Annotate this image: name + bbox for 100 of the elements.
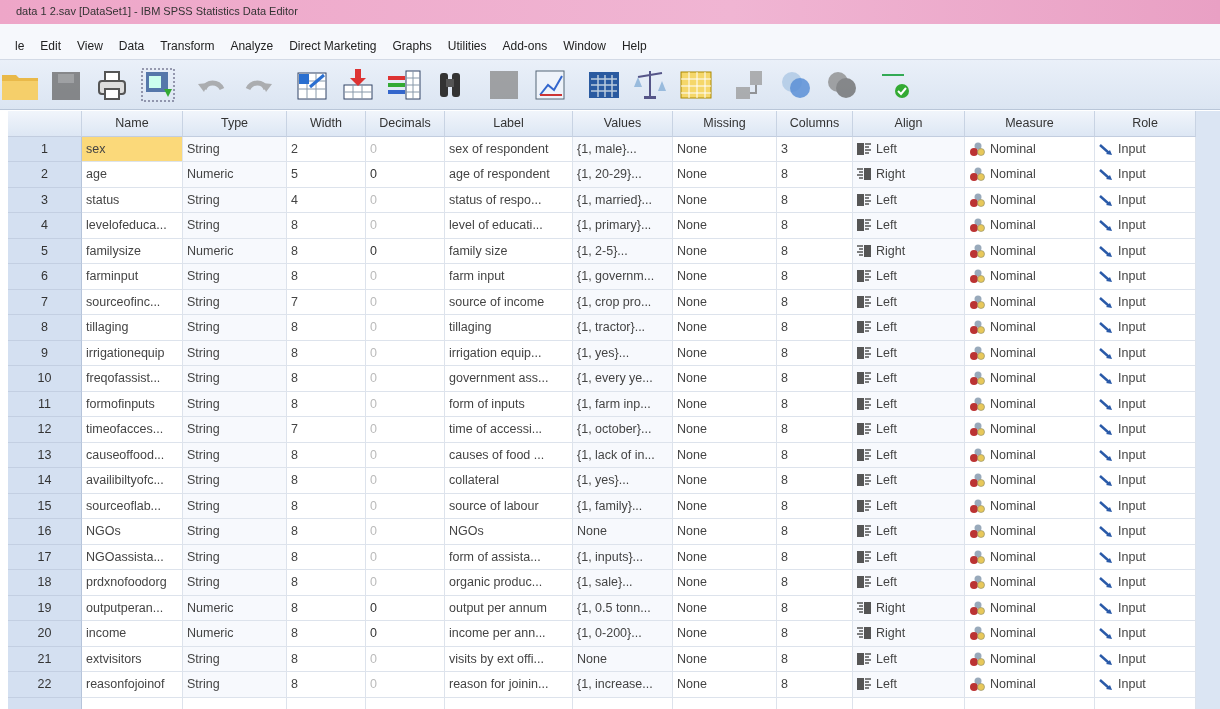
- arrow-icon: [1099, 626, 1113, 641]
- column-header[interactable]: Label: [445, 111, 573, 137]
- menu-item[interactable]: View: [69, 39, 111, 53]
- menu-item[interactable]: Graphs: [384, 39, 440, 53]
- table-cell: 0: [366, 264, 445, 290]
- row-number[interactable]: 1: [8, 136, 82, 162]
- table-cell-text: Input: [1118, 141, 1146, 156]
- row-number[interactable]: 16: [8, 519, 82, 545]
- table-cell: availibiltyofc...: [82, 468, 183, 494]
- table-cell: 8: [777, 289, 853, 315]
- table-cell-text: Nominal: [990, 192, 1036, 207]
- table-cell: causes of food ...: [445, 442, 573, 468]
- menu-item[interactable]: Data: [110, 39, 153, 53]
- table-cell-text: Input: [1118, 167, 1146, 182]
- table-cell: reason for joinin...: [445, 672, 573, 698]
- table-cell-text: Input: [1118, 447, 1146, 462]
- table-cell: None: [673, 417, 777, 443]
- table-cell-text: Left: [876, 498, 897, 513]
- column-header[interactable]: Align: [853, 111, 965, 137]
- table-cell-text: Left: [876, 422, 897, 437]
- row-number[interactable]: 10: [8, 366, 82, 392]
- nominal-icon: [969, 370, 985, 387]
- table-cell: 8: [287, 315, 366, 341]
- table-cell: None: [673, 672, 777, 698]
- grid-arrow-icon[interactable]: [340, 66, 376, 103]
- table-cell-text: Left: [876, 549, 897, 564]
- row-number[interactable]: 21: [8, 646, 82, 672]
- menu-item[interactable]: Transform: [152, 39, 223, 53]
- table-cell: 0: [366, 391, 445, 417]
- table-cell-text: Input: [1118, 269, 1146, 284]
- row-number[interactable]: 6: [8, 264, 82, 290]
- menu-item[interactable]: Edit: [32, 39, 70, 53]
- row-number[interactable]: 7: [8, 289, 82, 315]
- table-cell: 8: [777, 595, 853, 621]
- table-cell: 8: [777, 264, 853, 290]
- column-header[interactable]: Values: [573, 111, 673, 137]
- menu-item[interactable]: le: [7, 39, 33, 53]
- column-header[interactable]: Type: [183, 111, 287, 137]
- table-cell-text: Left: [876, 141, 897, 156]
- row-number[interactable]: 5: [8, 238, 82, 264]
- arrow-icon: [1099, 141, 1113, 156]
- table-cell: None: [673, 391, 777, 417]
- table-cell: output per annum: [445, 595, 573, 621]
- table-cell-text: Input: [1118, 345, 1146, 360]
- table-cell: None: [673, 570, 777, 596]
- table-cell-text: Left: [876, 396, 897, 411]
- row-number[interactable]: 17: [8, 544, 82, 570]
- arrow-icon: [1099, 447, 1113, 462]
- table-cell: irrigation equip...: [445, 340, 573, 366]
- row-number[interactable]: 12: [8, 417, 82, 443]
- column-header[interactable]: Name: [82, 111, 183, 137]
- row-number[interactable]: 9: [8, 340, 82, 366]
- table-cell: None: [673, 519, 777, 545]
- menu-item[interactable]: Direct Marketing: [281, 39, 385, 53]
- menu-item[interactable]: Window: [555, 39, 614, 53]
- table-cell-text: Nominal: [990, 447, 1036, 462]
- nominal-icon: [969, 548, 985, 565]
- row-number[interactable]: 22: [8, 672, 82, 698]
- column-header[interactable]: Missing: [673, 111, 777, 137]
- table-cell: Numeric: [183, 238, 287, 264]
- nominal-icon: [969, 242, 985, 259]
- table-cell: None: [673, 238, 777, 264]
- menu-item[interactable]: Analyze: [222, 39, 282, 53]
- column-header[interactable]: Columns: [777, 111, 853, 137]
- table-cell: 8: [287, 595, 366, 621]
- table-cell: {1, governm...: [573, 264, 673, 290]
- row-number[interactable]: 3: [8, 187, 82, 213]
- row-number[interactable]: 19: [8, 595, 82, 621]
- row-number[interactable]: 2: [8, 162, 82, 188]
- table-cell: Numeric: [183, 595, 287, 621]
- table-cell: 8: [287, 621, 366, 647]
- row-number[interactable]: 20: [8, 621, 82, 647]
- table-cell: 8: [777, 213, 853, 239]
- nominal-icon: [969, 166, 985, 183]
- table-cell: NGOs: [445, 519, 573, 545]
- table-cell: form of inputs: [445, 391, 573, 417]
- menu-item[interactable]: Add-ons: [494, 39, 556, 53]
- row-number[interactable]: 14: [8, 468, 82, 494]
- row-number[interactable]: 11: [8, 391, 82, 417]
- column-header[interactable]: Measure: [965, 111, 1095, 137]
- table-cell: 7: [287, 417, 366, 443]
- column-header[interactable]: Width: [287, 111, 366, 137]
- dialog-icon[interactable]: [140, 66, 176, 103]
- row-number[interactable]: 13: [8, 442, 82, 468]
- column-header[interactable]: Decimals: [366, 111, 445, 137]
- table-cell: 8: [287, 340, 366, 366]
- menu-item[interactable]: Help: [613, 39, 655, 53]
- row-number[interactable]: 8: [8, 315, 82, 341]
- table-cell-text: Nominal: [990, 141, 1036, 156]
- row-number[interactable]: 18: [8, 570, 82, 596]
- table-cell: None: [673, 213, 777, 239]
- table-cell-text: Nominal: [990, 269, 1036, 284]
- row-number[interactable]: 15: [8, 493, 82, 519]
- column-header[interactable]: Role: [1095, 111, 1196, 137]
- row-number[interactable]: 4: [8, 213, 82, 239]
- table-cell: None: [673, 264, 777, 290]
- arrow-icon: [1099, 294, 1113, 309]
- menu-item[interactable]: Utilities: [439, 39, 495, 53]
- table-cell: None: [673, 366, 777, 392]
- table-cell: String: [183, 187, 287, 213]
